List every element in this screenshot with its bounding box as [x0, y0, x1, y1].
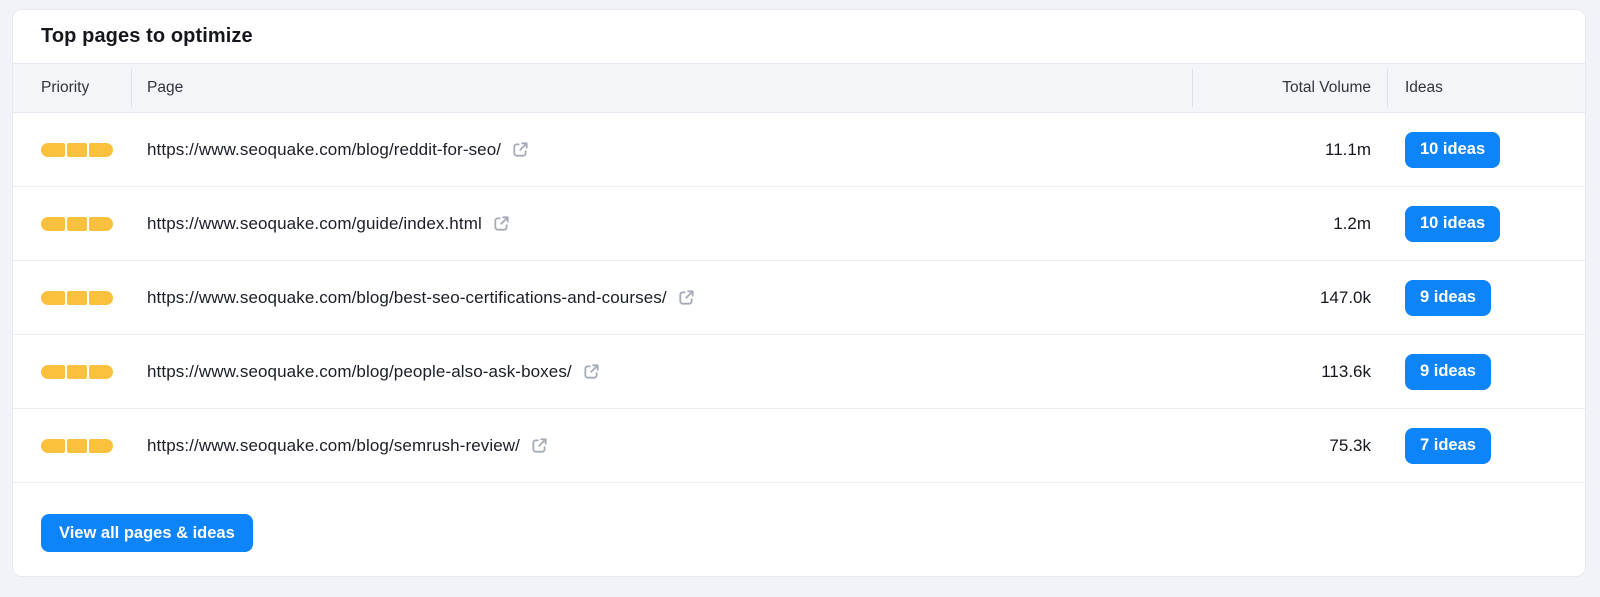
total-volume-value: 75.3k: [1329, 436, 1371, 456]
column-header-ideas: Ideas: [1387, 64, 1585, 112]
column-header-page: Page: [131, 64, 1192, 112]
page-title: Top pages to optimize: [41, 25, 253, 48]
card-header: Top pages to optimize: [13, 10, 1585, 63]
view-all-pages-button[interactable]: View all pages & ideas: [41, 514, 253, 552]
column-header-priority: Priority: [13, 64, 131, 112]
priority-indicator: [41, 143, 113, 157]
total-volume-value: 11.1m: [1325, 140, 1371, 160]
page-url: https://www.seoquake.com/guide/index.htm…: [147, 214, 482, 234]
total-volume-value: 147.0k: [1320, 288, 1371, 308]
page-url: https://www.seoquake.com/blog/reddit-for…: [147, 140, 501, 160]
column-header-total-volume: Total Volume: [1192, 64, 1387, 112]
priority-indicator: [41, 365, 113, 379]
page-url: https://www.seoquake.com/blog/people-als…: [147, 362, 572, 382]
total-volume-value: 113.6k: [1321, 362, 1371, 382]
table-row: https://www.seoquake.com/blog/semrush-re…: [13, 409, 1585, 483]
table-row: https://www.seoquake.com/blog/people-als…: [13, 335, 1585, 409]
external-link-icon[interactable]: [677, 288, 696, 307]
external-link-icon[interactable]: [511, 140, 530, 159]
priority-indicator: [41, 291, 113, 305]
external-link-icon[interactable]: [530, 436, 549, 455]
top-pages-card: Top pages to optimize Priority Page Tota…: [12, 9, 1586, 577]
ideas-badge[interactable]: 10 ideas: [1405, 132, 1500, 168]
page-url: https://www.seoquake.com/blog/best-seo-c…: [147, 288, 667, 308]
external-link-icon[interactable]: [492, 214, 511, 233]
external-link-icon[interactable]: [582, 362, 601, 381]
total-volume-value: 1.2m: [1333, 214, 1371, 234]
priority-indicator: [41, 439, 113, 453]
table-header: Priority Page Total Volume Ideas: [13, 63, 1585, 113]
table-row: https://www.seoquake.com/guide/index.htm…: [13, 187, 1585, 261]
priority-indicator: [41, 217, 113, 231]
page-url: https://www.seoquake.com/blog/semrush-re…: [147, 436, 520, 456]
table-row: https://www.seoquake.com/blog/best-seo-c…: [13, 261, 1585, 335]
card-footer: View all pages & ideas: [13, 483, 1585, 552]
ideas-badge[interactable]: 9 ideas: [1405, 354, 1491, 390]
ideas-badge[interactable]: 10 ideas: [1405, 206, 1500, 242]
ideas-badge[interactable]: 9 ideas: [1405, 280, 1491, 316]
table-row: https://www.seoquake.com/blog/reddit-for…: [13, 113, 1585, 187]
ideas-badge[interactable]: 7 ideas: [1405, 428, 1491, 464]
